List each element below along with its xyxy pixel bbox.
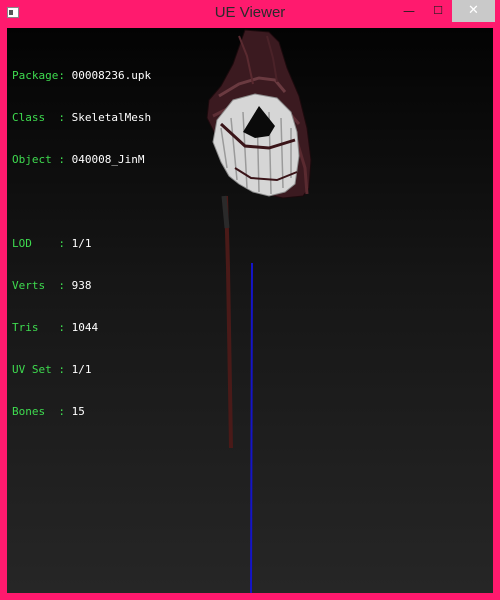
bone-axis-line bbox=[250, 262, 253, 593]
app-window: UE Viewer — ☐ ✕ Package: 00008236.upk Cl… bbox=[0, 0, 500, 600]
info-row-class: Class : SkeletalMesh bbox=[12, 111, 152, 124]
info-row-package: Package: 00008236.upk bbox=[12, 69, 152, 82]
hair-shape bbox=[212, 93, 300, 197]
info-row-object: Object : 040008_JinM bbox=[12, 153, 145, 166]
info-row-verts: Verts : 938 bbox=[12, 279, 92, 292]
info-spacer bbox=[12, 195, 151, 209]
minimize-button[interactable]: — bbox=[395, 0, 423, 22]
info-row-uvset: UV Set : 1/1 bbox=[12, 363, 92, 376]
info-row-lod: LOD : 1/1 bbox=[12, 237, 92, 250]
close-button[interactable]: ✕ bbox=[452, 0, 495, 22]
info-row-bones: Bones : 15 bbox=[12, 405, 85, 418]
title-bar[interactable]: UE Viewer — ☐ ✕ bbox=[0, 0, 500, 27]
3d-viewport[interactable]: Package: 00008236.upk Class : SkeletalMe… bbox=[7, 28, 493, 593]
bone-line bbox=[224, 195, 233, 449]
maximize-button[interactable]: ☐ bbox=[424, 0, 452, 22]
mesh-info-panel: Package: 00008236.upk Class : SkeletalMe… bbox=[12, 41, 151, 447]
info-row-tris: Tris : 1044 bbox=[12, 321, 99, 334]
